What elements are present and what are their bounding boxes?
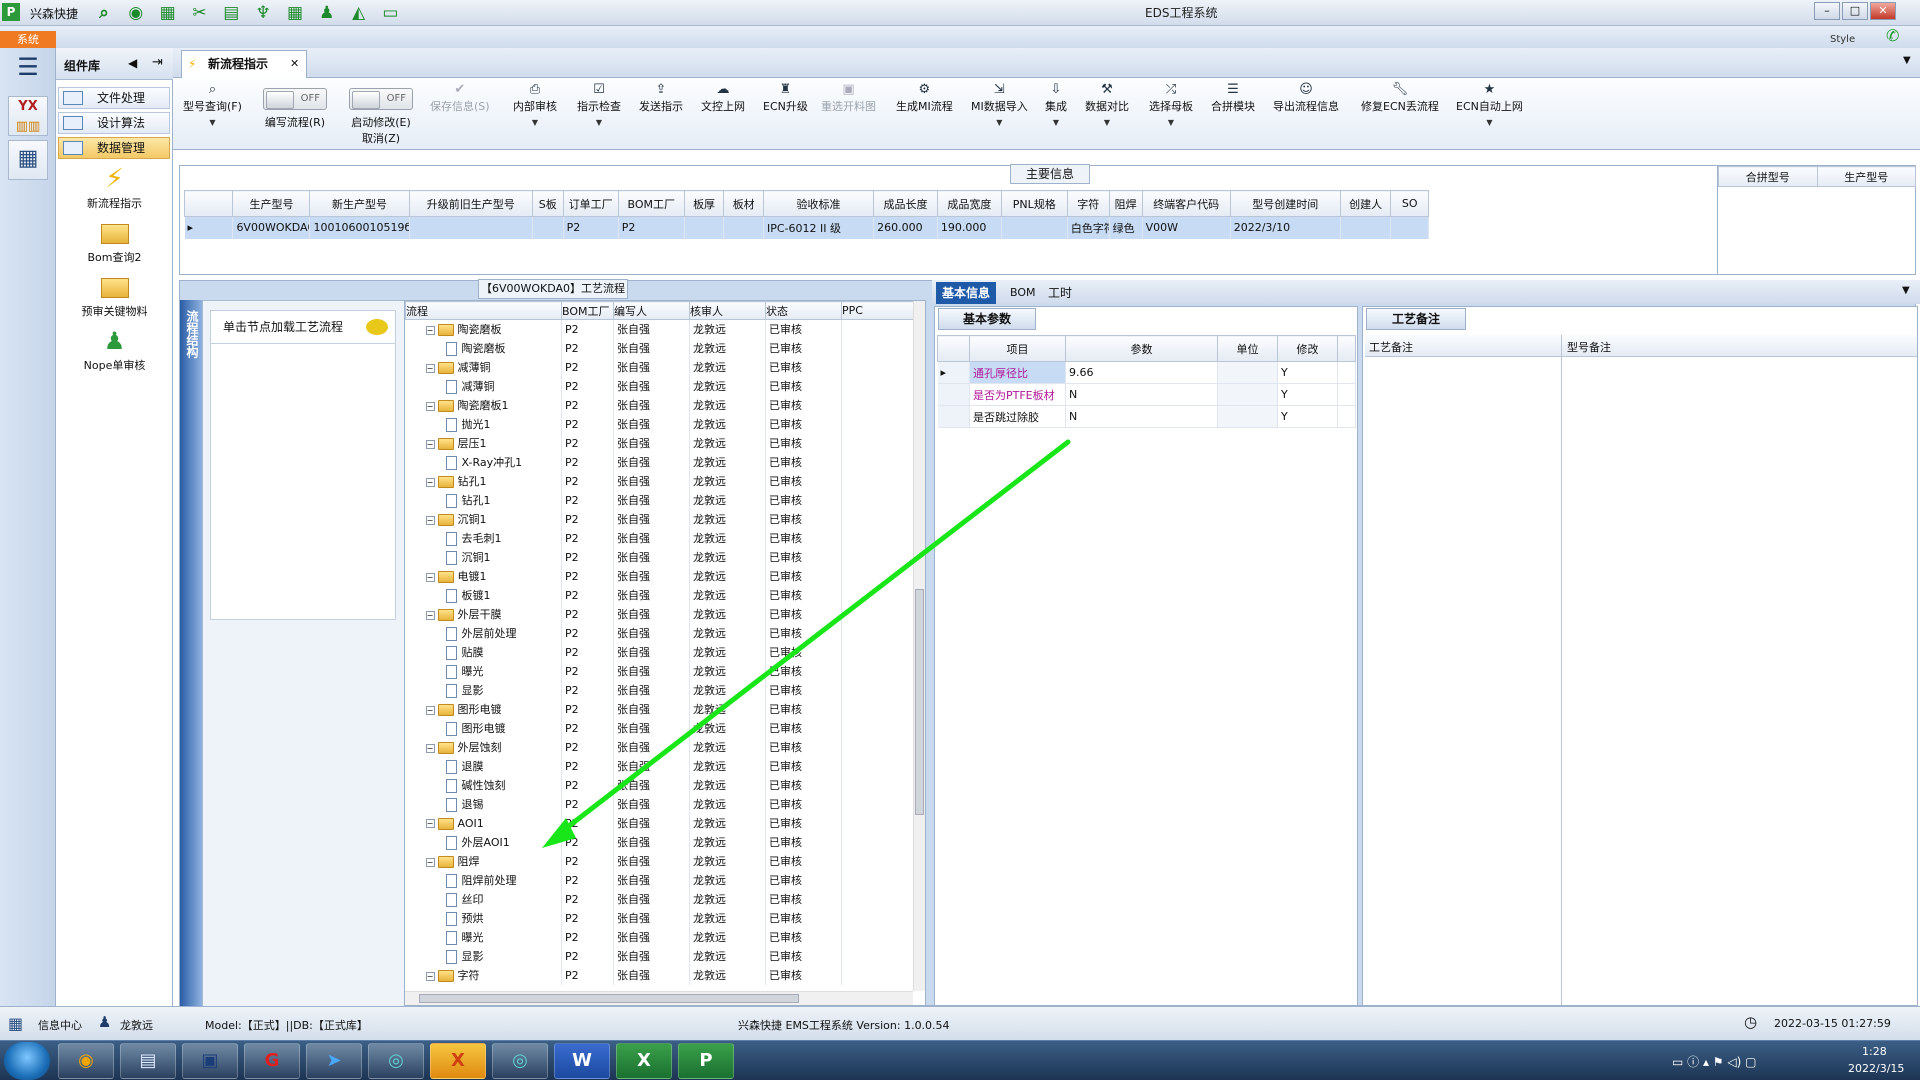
taskbar-time: 1:28 (1862, 1045, 1887, 1058)
taskbar-app-shell[interactable]: ◉ (58, 1043, 114, 1079)
taskbar-app-red[interactable]: G (244, 1043, 300, 1079)
taskbar-app-viewer2[interactable]: ◎ (492, 1043, 548, 1079)
taskbar-app-messenger[interactable]: ➤ (306, 1043, 362, 1079)
taskbar-app-word[interactable]: W (554, 1043, 610, 1079)
taskbar-app-excel[interactable]: X (616, 1043, 672, 1079)
taskbar-app-eds[interactable]: P (678, 1043, 734, 1079)
clock-icon: ◷ (1744, 1013, 1758, 1031)
windows-grid-icon[interactable]: ▦ (8, 1014, 23, 1033)
info-center-label[interactable]: 信息中心 (38, 1017, 82, 1033)
taskbar-app-viewer[interactable]: ◎ (368, 1043, 424, 1079)
tray-icons[interactable]: ▭ ⓘ ▴ ⚑ ◁) ▢ (1672, 1053, 1756, 1070)
taskbar-app-save[interactable]: ▣ (182, 1043, 238, 1079)
status-datetime: 2022-03-15 01:27:59 (1774, 1017, 1891, 1030)
annotation-arrow (542, 439, 1071, 848)
user-icon: ♟ (98, 1013, 112, 1031)
status-model-db: Model:【正式】||DB:【正式库】 (205, 1019, 368, 1032)
start-button[interactable] (4, 1042, 50, 1080)
status-version: 兴森快捷 EMS工程系统 Version: 1.0.0.54 (738, 1019, 950, 1032)
taskbar-app-x[interactable]: X (430, 1043, 486, 1079)
taskbar-app-notepad[interactable]: ▤ (120, 1043, 176, 1079)
taskbar-date: 2022/3/15 (1848, 1062, 1905, 1075)
status-user: 龙敦远 (120, 1019, 153, 1032)
taskbar: ◉ ▤ ▣ G ➤ ◎ X ◎ W X P ▭ ⓘ ▴ ⚑ ◁) ▢ 1:28 … (0, 1040, 1920, 1080)
status-bar: ▦ 信息中心 ♟ 龙敦远 Model:【正式】||DB:【正式库】 兴森快捷 E… (0, 1006, 1920, 1040)
